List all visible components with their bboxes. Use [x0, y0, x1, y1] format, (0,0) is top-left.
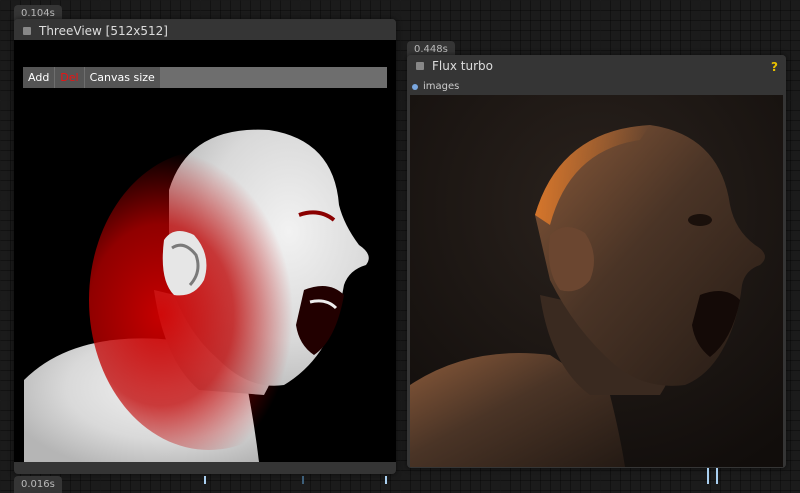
flux-title-bar[interactable]: Flux turbo ?	[407, 55, 786, 77]
flux-title: Flux turbo	[432, 59, 493, 73]
link-wire	[385, 476, 387, 484]
bottom-timing-badge: 0.016s	[14, 476, 62, 493]
link-wire	[302, 476, 304, 484]
head-render-illustration	[24, 129, 369, 462]
collapse-icon[interactable]	[23, 27, 31, 35]
input-slot-images[interactable]: images	[412, 81, 459, 92]
link-wire	[204, 476, 206, 484]
help-icon[interactable]: ?	[771, 60, 778, 74]
flux-output-image	[410, 95, 783, 467]
link-wire	[707, 468, 709, 484]
add-button[interactable]: Add	[23, 67, 55, 88]
delete-button[interactable]: Del	[55, 67, 84, 88]
canvas-size-button[interactable]: Canvas size	[84, 67, 160, 88]
threeview-title: ThreeView [512x512]	[39, 24, 168, 38]
threeview-toolbar: Add Del Canvas size	[23, 67, 387, 88]
threeview-viewport[interactable]	[14, 40, 396, 462]
input-dot-icon[interactable]	[412, 83, 418, 90]
flux-render-illustration	[410, 95, 783, 467]
link-wire	[716, 468, 718, 484]
collapse-icon[interactable]	[416, 62, 424, 70]
input-slot-label: images	[423, 81, 460, 92]
